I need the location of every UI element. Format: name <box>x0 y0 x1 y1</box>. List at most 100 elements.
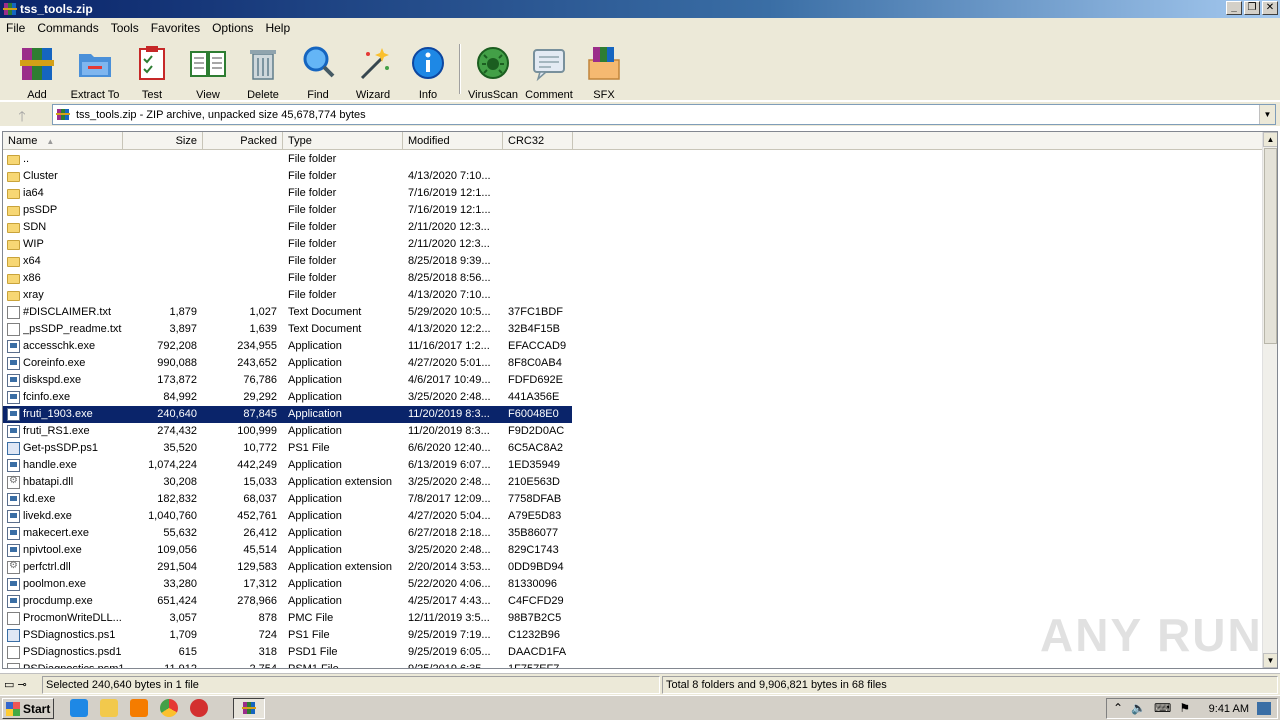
menu-help[interactable]: Help <box>259 21 296 35</box>
view-button[interactable]: View <box>180 42 236 101</box>
file-modified: 4/13/2020 12:2... <box>408 323 491 335</box>
file-name: PSDiagnostics.psd1 <box>23 646 122 658</box>
column-packed-header[interactable]: Packed <box>203 132 283 150</box>
file-row[interactable]: fruti_RS1.exe 274,432 100,999 Application 11… <box>3 423 1265 440</box>
file-packed: 10,772 <box>243 442 277 454</box>
start-button[interactable]: Start <box>2 698 54 719</box>
file-row[interactable]: fcinfo.exe 84,992 29,292 Application 3/25/20… <box>3 389 1265 406</box>
file-size: 1,879 <box>169 306 197 318</box>
column-modified-header[interactable]: Modified <box>403 132 503 150</box>
file-row[interactable]: Cluster File folder 4/13/2020 7:10... <box>3 168 1265 185</box>
file-row[interactable]: npivtool.exe 109,056 45,514 Application 3/25… <box>3 542 1265 559</box>
menu-file[interactable]: File <box>0 21 31 35</box>
windows-logo-icon <box>6 702 20 716</box>
chrome-icon[interactable] <box>160 699 178 717</box>
scroll-thumb[interactable] <box>1264 148 1277 344</box>
file-row[interactable]: accesschk.exe 792,208 234,955 Application 11… <box>3 338 1265 355</box>
vertical-scrollbar[interactable]: ▲ ▼ <box>1262 132 1277 668</box>
up-one-level-button[interactable]: 🡑 <box>8 106 36 124</box>
file-row[interactable]: Coreinfo.exe 990,088 243,652 Application 4/2… <box>3 355 1265 372</box>
file-size: 55,632 <box>163 527 197 539</box>
application-icon <box>7 391 20 404</box>
file-packed: 100,999 <box>237 425 277 437</box>
file-row[interactable]: _psSDP_readme.txt 3,897 1,639 Text Document… <box>3 321 1265 338</box>
tray-icons[interactable]: ⌃🔈⌨⚑ <box>1113 701 1198 715</box>
file-name: Coreinfo.exe <box>23 357 86 369</box>
file-row[interactable]: #DISCLAIMER.txt 1,879 1,027 Text Document 5/… <box>3 304 1265 321</box>
scroll-down-arrow[interactable]: ▼ <box>1263 653 1277 668</box>
internet-explorer-icon[interactable] <box>70 699 88 717</box>
column-name-label: Name <box>8 135 38 147</box>
file-type: Application <box>288 510 342 522</box>
view-book-icon <box>190 51 226 77</box>
file-name: PSDiagnostics.psm1 <box>23 663 123 669</box>
file-row[interactable]: .. File folder <box>3 151 1265 168</box>
file-modified: 4/13/2020 7:10... <box>408 289 491 301</box>
minimize-button[interactable]: _ <box>1226 1 1242 15</box>
file-row[interactable]: WIP File folder 2/11/2020 12:3... <box>3 236 1265 253</box>
info-button[interactable]: Info <box>400 42 456 101</box>
sfx-button[interactable]: SFX <box>576 42 632 101</box>
file-row[interactable]: SDN File folder 2/11/2020 12:3... <box>3 219 1265 236</box>
file-row[interactable]: x86 File folder 8/25/2018 8:56... <box>3 270 1265 287</box>
column-type-header[interactable]: Type <box>283 132 403 150</box>
comment-label: Comment <box>525 89 573 101</box>
file-row[interactable]: Get-psSDP.ps1 35,520 10,772 PS1 File 6/6/202… <box>3 440 1265 457</box>
media-player-icon[interactable] <box>130 699 148 717</box>
archive-path-box[interactable]: tss_tools.zip - ZIP archive, unpacked si… <box>52 104 1276 125</box>
column-name-header[interactable]: Name ▲ <box>3 132 123 150</box>
menu-bar: File Commands Tools Favorites Options He… <box>0 18 1280 38</box>
file-row[interactable]: perfctrl.dll 291,504 129,583 Application ex… <box>3 559 1265 576</box>
path-dropdown-button[interactable]: ▼ <box>1259 105 1275 124</box>
file-type: Application <box>288 493 342 505</box>
delete-button[interactable]: Delete <box>235 42 291 101</box>
taskbar-winrar-item[interactable] <box>233 698 265 719</box>
application-icon <box>7 459 20 472</box>
window-title: tss_tools.zip <box>20 2 93 16</box>
column-size-header[interactable]: Size <box>123 132 203 150</box>
add-button[interactable]: Add <box>9 42 65 101</box>
file-row[interactable]: ia64 File folder 7/16/2019 12:1... <box>3 185 1265 202</box>
file-name: diskspd.exe <box>23 374 82 386</box>
file-row[interactable]: psSDP File folder 7/16/2019 12:1... <box>3 202 1265 219</box>
test-button[interactable]: Test <box>124 42 180 101</box>
wizard-button[interactable]: Wizard <box>345 42 401 101</box>
application-icon <box>7 340 20 353</box>
action-center-icon[interactable] <box>1257 702 1271 715</box>
find-label: Find <box>307 89 329 101</box>
file-row[interactable]: handle.exe 1,074,224 442,249 Application 6/1… <box>3 457 1265 474</box>
info-label: Info <box>418 89 438 101</box>
powershell-file-icon <box>7 629 20 642</box>
file-row[interactable]: makecert.exe 55,632 26,412 Application 6/27/… <box>3 525 1265 542</box>
file-row[interactable]: poolmon.exe 33,280 17,312 Application 5/22/2… <box>3 576 1265 593</box>
file-row[interactable]: livekd.exe 1,040,760 452,761 Application 4/2… <box>3 508 1265 525</box>
file-crc: 35B86077 <box>508 527 559 539</box>
find-button[interactable]: Find <box>290 42 346 101</box>
file-name: perfctrl.dll <box>23 561 71 573</box>
file-row[interactable]: kd.exe 182,832 68,037 Application 7/8/2017 1… <box>3 491 1265 508</box>
extract-to-button[interactable]: Extract To <box>67 42 123 101</box>
close-button[interactable]: ✕ <box>1262 1 1278 15</box>
file-packed: 15,033 <box>243 476 277 488</box>
scroll-up-arrow[interactable]: ▲ <box>1263 132 1277 147</box>
file-size: 615 <box>178 646 197 658</box>
menu-tools[interactable]: Tools <box>105 21 145 35</box>
file-row[interactable]: PSDiagnostics.psm1 11,912 2,754 PSM1 File 9/… <box>3 661 1265 669</box>
column-crc-header[interactable]: CRC32 <box>503 132 573 150</box>
application-icon <box>7 408 20 421</box>
explorer-folder-icon[interactable] <box>100 699 118 717</box>
menu-commands[interactable]: Commands <box>31 21 104 35</box>
menu-options[interactable]: Options <box>206 21 259 35</box>
restore-button[interactable]: ❐ <box>1244 1 1260 15</box>
file-size: 33,280 <box>163 578 197 590</box>
file-row[interactable]: x64 File folder 8/25/2018 9:39... <box>3 253 1265 270</box>
menu-favorites[interactable]: Favorites <box>145 21 206 35</box>
file-row[interactable]: diskspd.exe 173,872 76,786 Application 4/6/2… <box>3 372 1265 389</box>
virusscan-button[interactable]: VirusScan <box>465 42 521 101</box>
file-row[interactable]: fruti_1903.exe 240,640 87,845 Application 11… <box>3 406 1265 423</box>
comment-button[interactable]: Comment <box>521 42 577 101</box>
opera-icon[interactable] <box>190 699 208 717</box>
file-row[interactable]: hbatapi.dll 30,208 15,033 Application exten… <box>3 474 1265 491</box>
file-crc: C4FCFD29 <box>508 595 564 607</box>
file-row[interactable]: xray File folder 4/13/2020 7:10... <box>3 287 1265 304</box>
